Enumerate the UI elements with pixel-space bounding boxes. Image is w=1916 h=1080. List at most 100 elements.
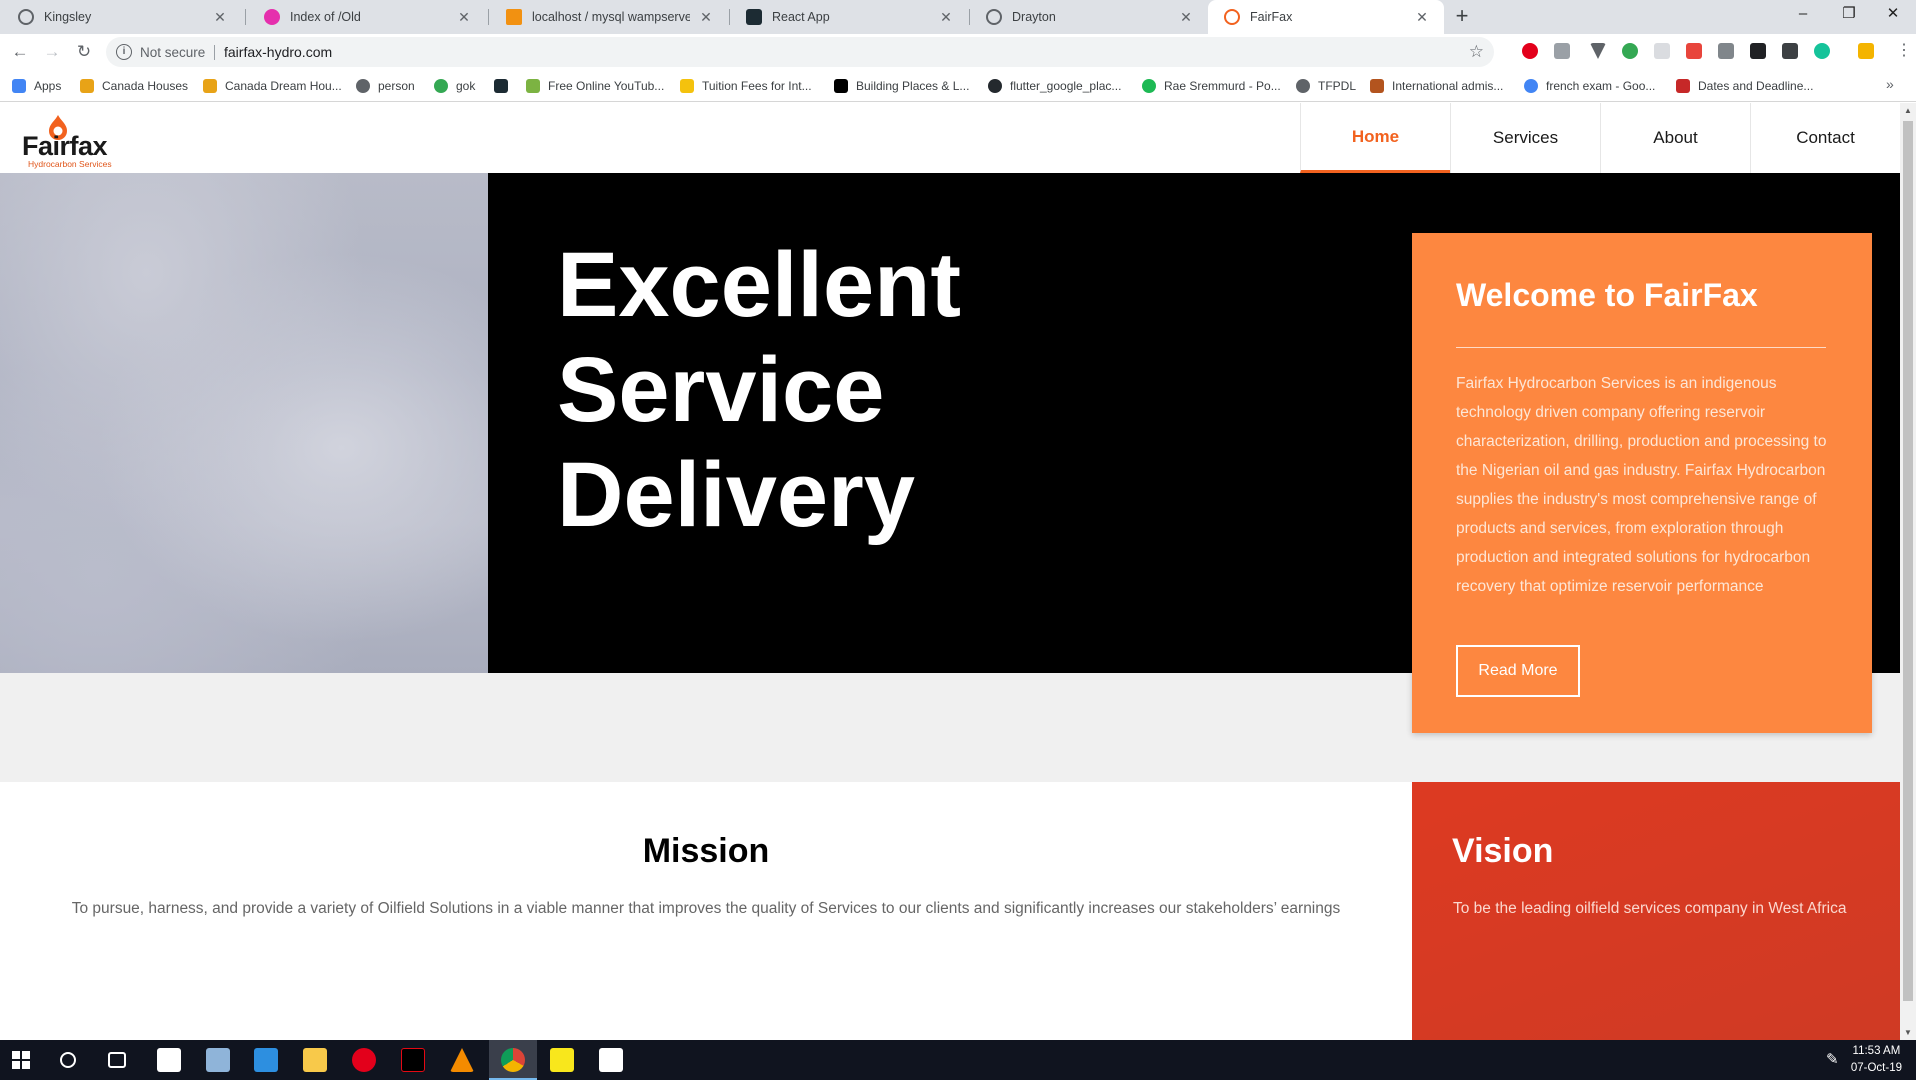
bookmark-gok[interactable]: gok: [434, 70, 475, 102]
bookmark-react[interactable]: [494, 70, 516, 102]
fairfax-logo[interactable]: Fairfax Hydrocarbon Services: [20, 111, 120, 169]
scroll-up-icon[interactable]: ▲: [1904, 106, 1912, 115]
window-close-button[interactable]: ✕: [1870, 0, 1916, 30]
tab-react-app[interactable]: React App ✕: [730, 0, 968, 34]
back-button[interactable]: ←: [8, 40, 32, 64]
search-icon[interactable]: [60, 1052, 76, 1068]
nav-home[interactable]: Home: [1300, 103, 1450, 173]
chevron-right-icon[interactable]: »: [1886, 76, 1894, 92]
vlc-icon[interactable]: [450, 1048, 474, 1072]
close-icon[interactable]: ✕: [456, 9, 472, 26]
bookmark-person[interactable]: person: [356, 70, 415, 102]
profile-icon[interactable]: [1858, 43, 1874, 59]
menu-icon[interactable]: ⋮: [1896, 40, 1912, 60]
nav-contact[interactable]: Contact: [1750, 103, 1900, 173]
bookmark-canada-houses[interactable]: Canada Houses: [80, 70, 188, 102]
url-text[interactable]: fairfax-hydro.com: [224, 44, 332, 60]
bookmark-label: Free Online YouTub...: [548, 79, 665, 93]
extension-icon[interactable]: [1622, 43, 1638, 59]
reload-button[interactable]: ↻: [72, 40, 96, 64]
tab-fairfax[interactable]: FairFax ✕: [1208, 0, 1444, 34]
app-icon[interactable]: [206, 1048, 230, 1072]
bookmark-label: person: [378, 79, 415, 93]
pdf-icon[interactable]: [1686, 43, 1702, 59]
new-tab-button[interactable]: +: [1448, 4, 1476, 30]
bookmark-french-exam[interactable]: french exam - Goo...: [1524, 70, 1655, 102]
system-clock[interactable]: 11:53 AM 07-Oct-19: [1851, 1043, 1902, 1077]
site-header: Fairfax Hydrocarbon Services Home Servic…: [0, 103, 1900, 173]
extension-icon[interactable]: [1554, 43, 1570, 59]
info-icon[interactable]: i: [116, 44, 132, 60]
sticky-notes-icon[interactable]: [550, 1048, 574, 1072]
tab-drayton[interactable]: Drayton ✕: [970, 0, 1208, 34]
tab-divider: [245, 9, 246, 25]
hero-sky-image: [0, 173, 488, 673]
globe-icon: [18, 9, 34, 25]
close-icon[interactable]: ✕: [212, 9, 228, 26]
music-icon: [1142, 79, 1156, 93]
bookmark-dates-deadlines[interactable]: Dates and Deadline...: [1676, 70, 1813, 102]
address-bar[interactable]: i Not secure fairfax-hydro.com ☆: [106, 37, 1494, 67]
bookmark-youtube-downloader[interactable]: Free Online YouTub...: [526, 70, 664, 102]
netflix-icon[interactable]: [401, 1048, 425, 1072]
bookmark-flutter[interactable]: flutter_google_plac...: [988, 70, 1121, 102]
close-icon[interactable]: ✕: [698, 9, 714, 26]
welcome-title: Welcome to FairFax: [1456, 277, 1758, 313]
close-icon[interactable]: ✕: [938, 9, 954, 26]
close-icon[interactable]: ✕: [1178, 9, 1194, 26]
bookmarks-bar: Apps Canada Houses Canada Dream Hou... p…: [0, 70, 1916, 102]
read-more-button[interactable]: Read More: [1456, 645, 1580, 697]
vision-title: Vision: [1452, 832, 1554, 870]
bookmark-building-places[interactable]: Building Places & L...: [834, 70, 969, 102]
hero-title-line: Excellent: [557, 234, 961, 336]
vscode-icon[interactable]: [254, 1048, 278, 1072]
gok-icon: [434, 79, 448, 93]
opera-icon[interactable]: [352, 1048, 376, 1072]
scroll-down-icon[interactable]: ▼: [1904, 1028, 1912, 1037]
tab-index-of-old[interactable]: Index of /Old ✕: [248, 0, 486, 34]
task-view-icon[interactable]: [108, 1052, 126, 1068]
mongodb-icon[interactable]: [157, 1048, 181, 1072]
tab-kingsley[interactable]: Kingsley ✕: [2, 0, 242, 34]
nav-about[interactable]: About: [1600, 103, 1750, 173]
minimize-button[interactable]: –: [1780, 0, 1826, 30]
scrollbar-thumb[interactable]: [1903, 121, 1913, 1001]
bookmark-international-admissions[interactable]: International admis...: [1370, 70, 1503, 102]
bookmark-tuition-fees[interactable]: Tuition Fees for Int...: [680, 70, 812, 102]
hero-title-line: Delivery: [557, 444, 916, 546]
bookmark-star-icon[interactable]: ☆: [1469, 42, 1484, 62]
page-scrollbar[interactable]: ▲ ▼: [1900, 103, 1916, 1040]
hero-title: Excellent Service Delivery: [557, 233, 1057, 548]
bookmark-label: gok: [456, 79, 476, 93]
bookmark-canada-dream[interactable]: Canada Dream Hou...: [203, 70, 342, 102]
medium-icon: [834, 79, 848, 93]
grammarly-icon[interactable]: [1814, 43, 1830, 59]
pen-icon[interactable]: ✎: [1826, 1050, 1839, 1068]
bookmark-label: International admis...: [1392, 79, 1504, 93]
react-icon: [494, 79, 508, 93]
windows-start-icon[interactable]: [12, 1051, 30, 1069]
restore-button[interactable]: ❐: [1826, 0, 1872, 30]
bookmark-apps[interactable]: Apps: [12, 70, 61, 102]
tab-label: localhost / mysql wampserver / s: [532, 10, 690, 24]
tab-phpmyadmin[interactable]: localhost / mysql wampserver / s ✕: [490, 0, 728, 34]
photos-icon[interactable]: [599, 1048, 623, 1072]
chrome-icon[interactable]: [501, 1048, 525, 1072]
cursor-icon[interactable]: [1750, 43, 1766, 59]
bookmark-tfpdl[interactable]: TFPDL: [1296, 70, 1356, 102]
bookmark-rae-sremmurd[interactable]: Rae Sremmurd - Po...: [1142, 70, 1281, 102]
divider: [214, 45, 215, 60]
download-icon: [526, 79, 540, 93]
nav-services[interactable]: Services: [1450, 103, 1600, 173]
clock-time: 11:53 AM: [1852, 1045, 1901, 1057]
camera-icon[interactable]: [1718, 43, 1734, 59]
bookmark-label: Dates and Deadline...: [1698, 79, 1814, 93]
close-icon[interactable]: ✕: [1414, 9, 1430, 26]
file-explorer-icon[interactable]: [303, 1048, 327, 1072]
vision-section: Vision To be the leading oilfield servic…: [1412, 782, 1900, 1040]
opera-extension-icon[interactable]: [1522, 43, 1538, 59]
forward-button[interactable]: →: [40, 40, 64, 64]
wamp-icon: [264, 9, 280, 25]
extension-icon[interactable]: [1782, 43, 1798, 59]
extension-icon[interactable]: [1654, 43, 1670, 59]
